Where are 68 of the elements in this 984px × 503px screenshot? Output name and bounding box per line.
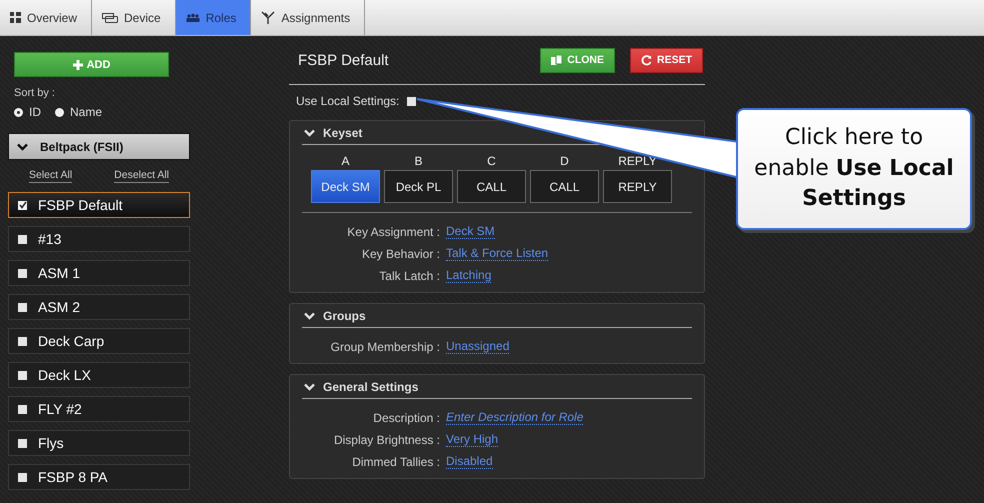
field-label: Key Behavior : — [362, 246, 440, 260]
key-letter: C — [487, 154, 496, 168]
tab[interactable]: Assignments — [251, 0, 366, 35]
key-letter: B — [414, 154, 422, 168]
role-item[interactable]: Deck LX — [8, 362, 190, 388]
checkbox[interactable] — [18, 234, 27, 244]
role-item[interactable]: ASM 2 — [8, 294, 190, 320]
field-value-link[interactable]: Latching — [446, 268, 492, 283]
chevron-icon — [304, 382, 315, 390]
grid-icon — [10, 12, 21, 23]
field-label: Dimmed Tallies : — [352, 454, 440, 468]
role-item[interactable]: Flys — [8, 430, 190, 456]
branch-icon — [261, 11, 276, 24]
field-value-link[interactable]: Disabled — [446, 454, 493, 469]
people-icon — [186, 13, 200, 22]
role-item[interactable]: FSBP 8 PA — [8, 464, 190, 490]
callout-text: Click here to enable Use Local Settings — [753, 124, 955, 214]
checkbox[interactable] — [18, 336, 27, 346]
plus-icon — [72, 60, 83, 70]
use-local-settings-checkbox[interactable] — [407, 96, 416, 106]
section-header[interactable]: Groups — [302, 304, 692, 328]
sort-label: Sort by : — [14, 87, 55, 99]
key-letter: REPLY — [618, 154, 657, 168]
role-item[interactable]: #13 — [8, 226, 190, 252]
checkbox[interactable] — [18, 472, 27, 482]
field-value-link[interactable]: Very High — [446, 432, 498, 447]
field-value-link[interactable]: Unassigned — [446, 339, 510, 354]
checkbox[interactable] — [18, 404, 27, 414]
tab[interactable]: Overview — [0, 0, 92, 35]
field-label: Key Assignment : — [347, 224, 440, 238]
field-label: Description : — [373, 410, 440, 424]
role-item[interactable]: FSBP Default — [8, 192, 190, 218]
field-label: Display Brightness : — [334, 432, 440, 446]
field-value-link[interactable]: Deck SM — [446, 224, 495, 239]
role-item[interactable]: Deck Carp — [8, 328, 190, 354]
checkbox[interactable] — [18, 438, 27, 448]
select-all-link[interactable]: Select All — [28, 169, 72, 183]
field-label: Group Membership : — [330, 340, 440, 354]
chevron-icon — [17, 142, 28, 150]
key-button[interactable]: REPLY — [603, 170, 672, 203]
sort-radio[interactable]: ID — [14, 105, 41, 119]
section-header[interactable]: General Settings — [302, 375, 692, 399]
description-field[interactable]: Enter Description for Role — [446, 410, 584, 425]
key-button[interactable]: Deck SM — [311, 170, 380, 203]
deselect-all-link[interactable]: Deselect All — [114, 169, 170, 183]
role-title: FSBP Default — [298, 52, 390, 68]
group-header[interactable]: Beltpack (FSII) — [8, 133, 190, 160]
checkbox[interactable] — [18, 370, 27, 380]
device-icon — [102, 12, 118, 22]
role-item[interactable]: FLY #2 — [8, 396, 190, 422]
key-button[interactable]: CALL — [530, 170, 599, 203]
key-button[interactable]: Deck PL — [384, 170, 453, 203]
reset-button[interactable]: RESET — [630, 48, 703, 72]
reset-icon — [640, 54, 652, 66]
key-letter: A — [341, 154, 350, 168]
checkbox[interactable] — [18, 302, 27, 312]
copy-icon — [551, 54, 562, 66]
role-item[interactable]: ASM 1 — [8, 260, 190, 286]
checkbox[interactable] — [18, 268, 27, 278]
key-button[interactable]: CALL — [457, 170, 526, 203]
checkbox[interactable] — [18, 200, 27, 210]
field-value-link[interactable]: Talk & Force Listen — [446, 246, 548, 261]
field-label: Talk Latch : — [379, 268, 440, 282]
key-letter: D — [560, 154, 569, 168]
sort-radio[interactable]: Name — [55, 105, 102, 119]
chevron-icon — [304, 128, 315, 136]
chevron-icon — [304, 312, 315, 320]
use-local-settings-label: Use Local Settings: — [296, 94, 400, 108]
